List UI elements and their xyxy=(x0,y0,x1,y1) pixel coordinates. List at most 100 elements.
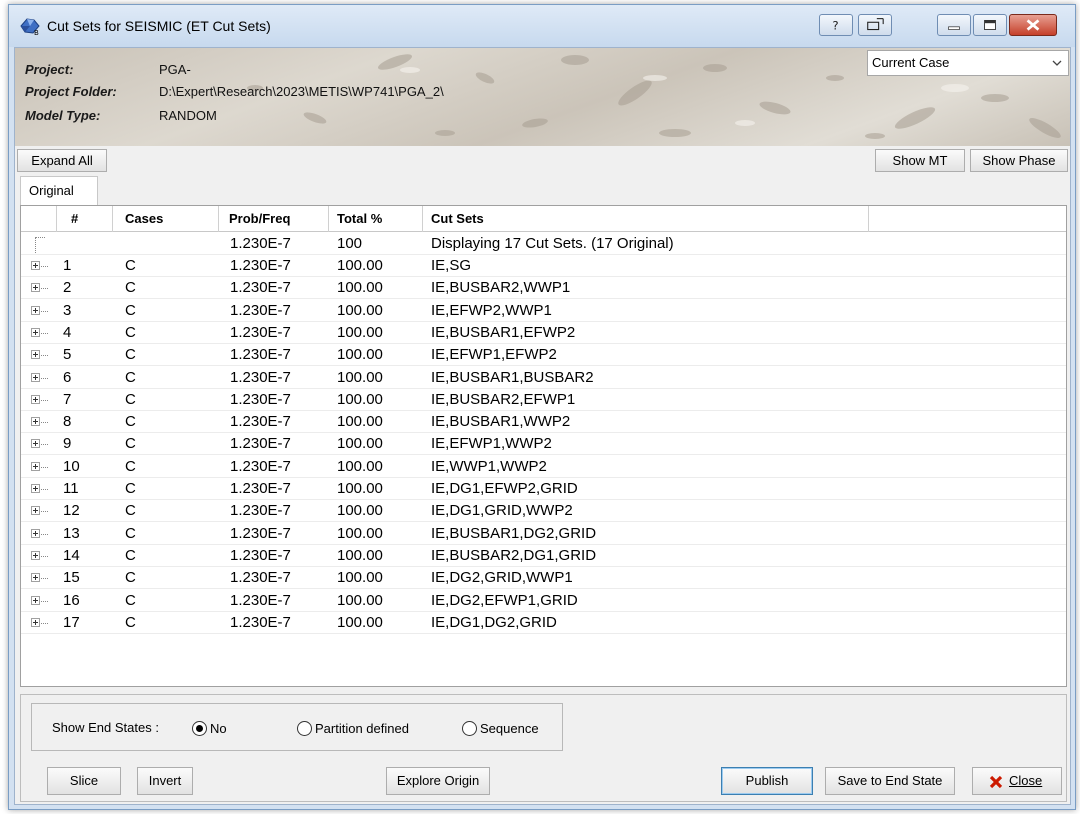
expand-plus-icon[interactable] xyxy=(31,461,40,471)
row-cut-sets: IE,BUSBAR2,EFWP1 xyxy=(431,390,576,408)
table-row[interactable]: 14 C 1.230E-7 100.00 IE,BUSBAR2,DG1,GRID xyxy=(21,545,1066,567)
row-prob-freq: 1.230E-7 xyxy=(230,413,291,431)
tree-line xyxy=(41,600,48,602)
maximize-button[interactable] xyxy=(973,14,1007,36)
expand-plus-icon[interactable] xyxy=(31,617,40,627)
table-row[interactable]: 15 C 1.230E-7 100.00 IE,DG2,GRID,WWP1 xyxy=(21,567,1066,590)
table-row[interactable]: 3 C 1.230E-7 100.00 IE,EFWP2,WWP1 xyxy=(21,300,1066,322)
help-button[interactable]: ? xyxy=(819,14,853,36)
project-label: Project: xyxy=(25,62,74,77)
radio-end-states-partition[interactable] xyxy=(297,721,312,736)
show-mt-button[interactable]: Show MT xyxy=(875,149,965,172)
expand-plus-icon[interactable] xyxy=(31,439,40,449)
table-row[interactable]: 11 C 1.230E-7 100.00 IE,DG1,EFWP2,GRID xyxy=(21,478,1066,500)
show-phase-button[interactable]: Show Phase xyxy=(970,149,1068,172)
expand-plus-icon[interactable] xyxy=(31,372,40,382)
expand-plus-icon[interactable] xyxy=(31,283,40,293)
table-row[interactable]: 17 C 1.230E-7 100.00 IE,DG1,DG2,GRID xyxy=(21,612,1066,634)
table-row[interactable]: 6 C 1.230E-7 100.00 IE,BUSBAR1,BUSBAR2 xyxy=(21,367,1066,389)
row-cut-sets: IE,BUSBAR1,WWP2 xyxy=(431,413,571,431)
tree-line xyxy=(41,310,48,312)
column-header-prob-freq[interactable]: Prob/Freq xyxy=(219,206,329,232)
radio-end-states-sequence-label[interactable]: Sequence xyxy=(480,721,539,736)
column-header-cases[interactable]: Cases xyxy=(113,206,219,232)
tree-line xyxy=(41,377,48,379)
expand-plus-icon[interactable] xyxy=(31,350,40,360)
table-row[interactable]: 5 C 1.230E-7 100.00 IE,EFWP1,EFWP2 xyxy=(21,344,1066,367)
table-row[interactable]: 9 C 1.230E-7 100.00 IE,EFWP1,WWP2 xyxy=(21,433,1066,456)
column-header-cut-sets[interactable]: Cut Sets xyxy=(423,206,869,232)
row-cut-sets: IE,DG2,EFWP1,GRID xyxy=(431,591,578,609)
row-number: 11 xyxy=(63,480,79,497)
cut-sets-table: # Cases Prob/Freq Total % Cut Sets 1.230… xyxy=(20,205,1067,687)
row-cut-sets: IE,BUSBAR1,BUSBAR2 xyxy=(431,368,594,386)
row-total-percent: 100.00 xyxy=(337,502,383,520)
table-row[interactable]: 10 C 1.230E-7 100.00 IE,WWP1,WWP2 xyxy=(21,456,1066,478)
slice-button[interactable]: Slice xyxy=(47,767,121,795)
invert-button[interactable]: Invert xyxy=(137,767,193,795)
close-icon xyxy=(1026,19,1040,31)
tree-line xyxy=(41,578,48,580)
row-prob-freq: 1.230E-7 xyxy=(230,457,291,475)
expand-plus-icon[interactable] xyxy=(31,484,40,493)
save-to-end-state-button[interactable]: Save to End State xyxy=(825,767,955,795)
summary-row[interactable]: 1.230E-7 100 Displaying 17 Cut Sets. (17… xyxy=(21,233,1066,255)
expand-plus-icon[interactable] xyxy=(31,528,40,538)
row-total-percent: 100.00 xyxy=(337,480,383,497)
radio-end-states-no[interactable] xyxy=(192,721,207,736)
expand-plus-icon[interactable] xyxy=(31,327,40,337)
radio-end-states-sequence[interactable] xyxy=(462,721,477,736)
expand-plus-icon[interactable] xyxy=(31,394,40,404)
table-row[interactable]: 4 C 1.230E-7 100.00 IE,BUSBAR1,EFWP2 xyxy=(21,322,1066,344)
restore-layout-button[interactable] xyxy=(858,14,892,36)
table-row[interactable]: 12 C 1.230E-7 100.00 IE,DG1,GRID,WWP2 xyxy=(21,500,1066,523)
column-header-total-percent[interactable]: Total % xyxy=(329,206,423,232)
close-button[interactable]: Close xyxy=(972,767,1062,795)
row-number: 15 xyxy=(63,569,80,587)
title-bar[interactable]: B Cut Sets for SEISMIC (ET Cut Sets) ? xyxy=(9,5,1075,47)
row-number: 6 xyxy=(63,368,72,386)
row-cut-sets: IE,EFWP2,WWP1 xyxy=(431,301,552,319)
expand-plus-icon[interactable] xyxy=(31,550,40,560)
row-prob-freq: 1.230E-7 xyxy=(230,279,291,297)
table-row[interactable]: 2 C 1.230E-7 100.00 IE,BUSBAR2,WWP1 xyxy=(21,277,1066,300)
expand-plus-icon[interactable] xyxy=(31,305,40,315)
table-row[interactable]: 7 C 1.230E-7 100.00 IE,BUSBAR2,EFWP1 xyxy=(21,389,1066,411)
row-number: 9 xyxy=(63,435,72,453)
row-prob-freq: 1.230E-7 xyxy=(230,323,291,341)
row-cut-sets: IE,BUSBAR2,DG1,GRID xyxy=(431,546,597,564)
expand-plus-icon[interactable] xyxy=(31,506,40,516)
column-header-number[interactable]: # xyxy=(57,206,113,232)
publish-button[interactable]: Publish xyxy=(721,767,813,795)
table-row[interactable]: 1 C 1.230E-7 100.00 IE,SG xyxy=(21,255,1066,277)
row-prob-freq: 1.230E-7 xyxy=(230,569,291,587)
window-close-button[interactable] xyxy=(1009,14,1057,36)
tab-original[interactable]: Original xyxy=(20,176,98,206)
radio-end-states-partition-label[interactable]: Partition defined xyxy=(315,721,409,736)
radio-end-states-no-label[interactable]: No xyxy=(210,721,227,736)
tree-line xyxy=(41,288,48,290)
row-case: C xyxy=(125,413,136,431)
row-cut-sets: IE,WWP1,WWP2 xyxy=(431,457,547,475)
tree-line xyxy=(41,466,48,468)
tree-line xyxy=(41,622,48,624)
expand-plus-icon[interactable] xyxy=(31,573,40,583)
expand-plus-icon[interactable] xyxy=(31,595,40,605)
table-row[interactable]: 8 C 1.230E-7 100.00 IE,BUSBAR1,WWP2 xyxy=(21,411,1066,434)
row-cut-sets: IE,EFWP1,WWP2 xyxy=(431,435,552,453)
table-row[interactable]: 13 C 1.230E-7 100.00 IE,BUSBAR1,DG2,GRID xyxy=(21,523,1066,545)
row-prob-freq: 1.230E-7 xyxy=(230,591,291,609)
expand-plus-icon[interactable] xyxy=(31,417,40,427)
minimize-button[interactable] xyxy=(937,14,971,36)
row-cut-sets: IE,DG1,EFWP2,GRID xyxy=(431,480,578,497)
row-total-percent: 100.00 xyxy=(337,368,383,386)
case-select-dropdown[interactable]: Current Case xyxy=(867,50,1069,76)
expand-all-button[interactable]: Expand All xyxy=(17,149,107,172)
explore-origin-button[interactable]: Explore Origin xyxy=(386,767,490,795)
row-cut-sets: IE,BUSBAR1,EFWP2 xyxy=(431,323,576,341)
row-case: C xyxy=(125,502,136,520)
row-total-percent: 100.00 xyxy=(337,591,383,609)
table-row[interactable]: 16 C 1.230E-7 100.00 IE,DG2,EFWP1,GRID xyxy=(21,590,1066,612)
expand-plus-icon[interactable] xyxy=(31,261,40,270)
row-cut-sets: IE,BUSBAR2,WWP1 xyxy=(431,279,571,297)
